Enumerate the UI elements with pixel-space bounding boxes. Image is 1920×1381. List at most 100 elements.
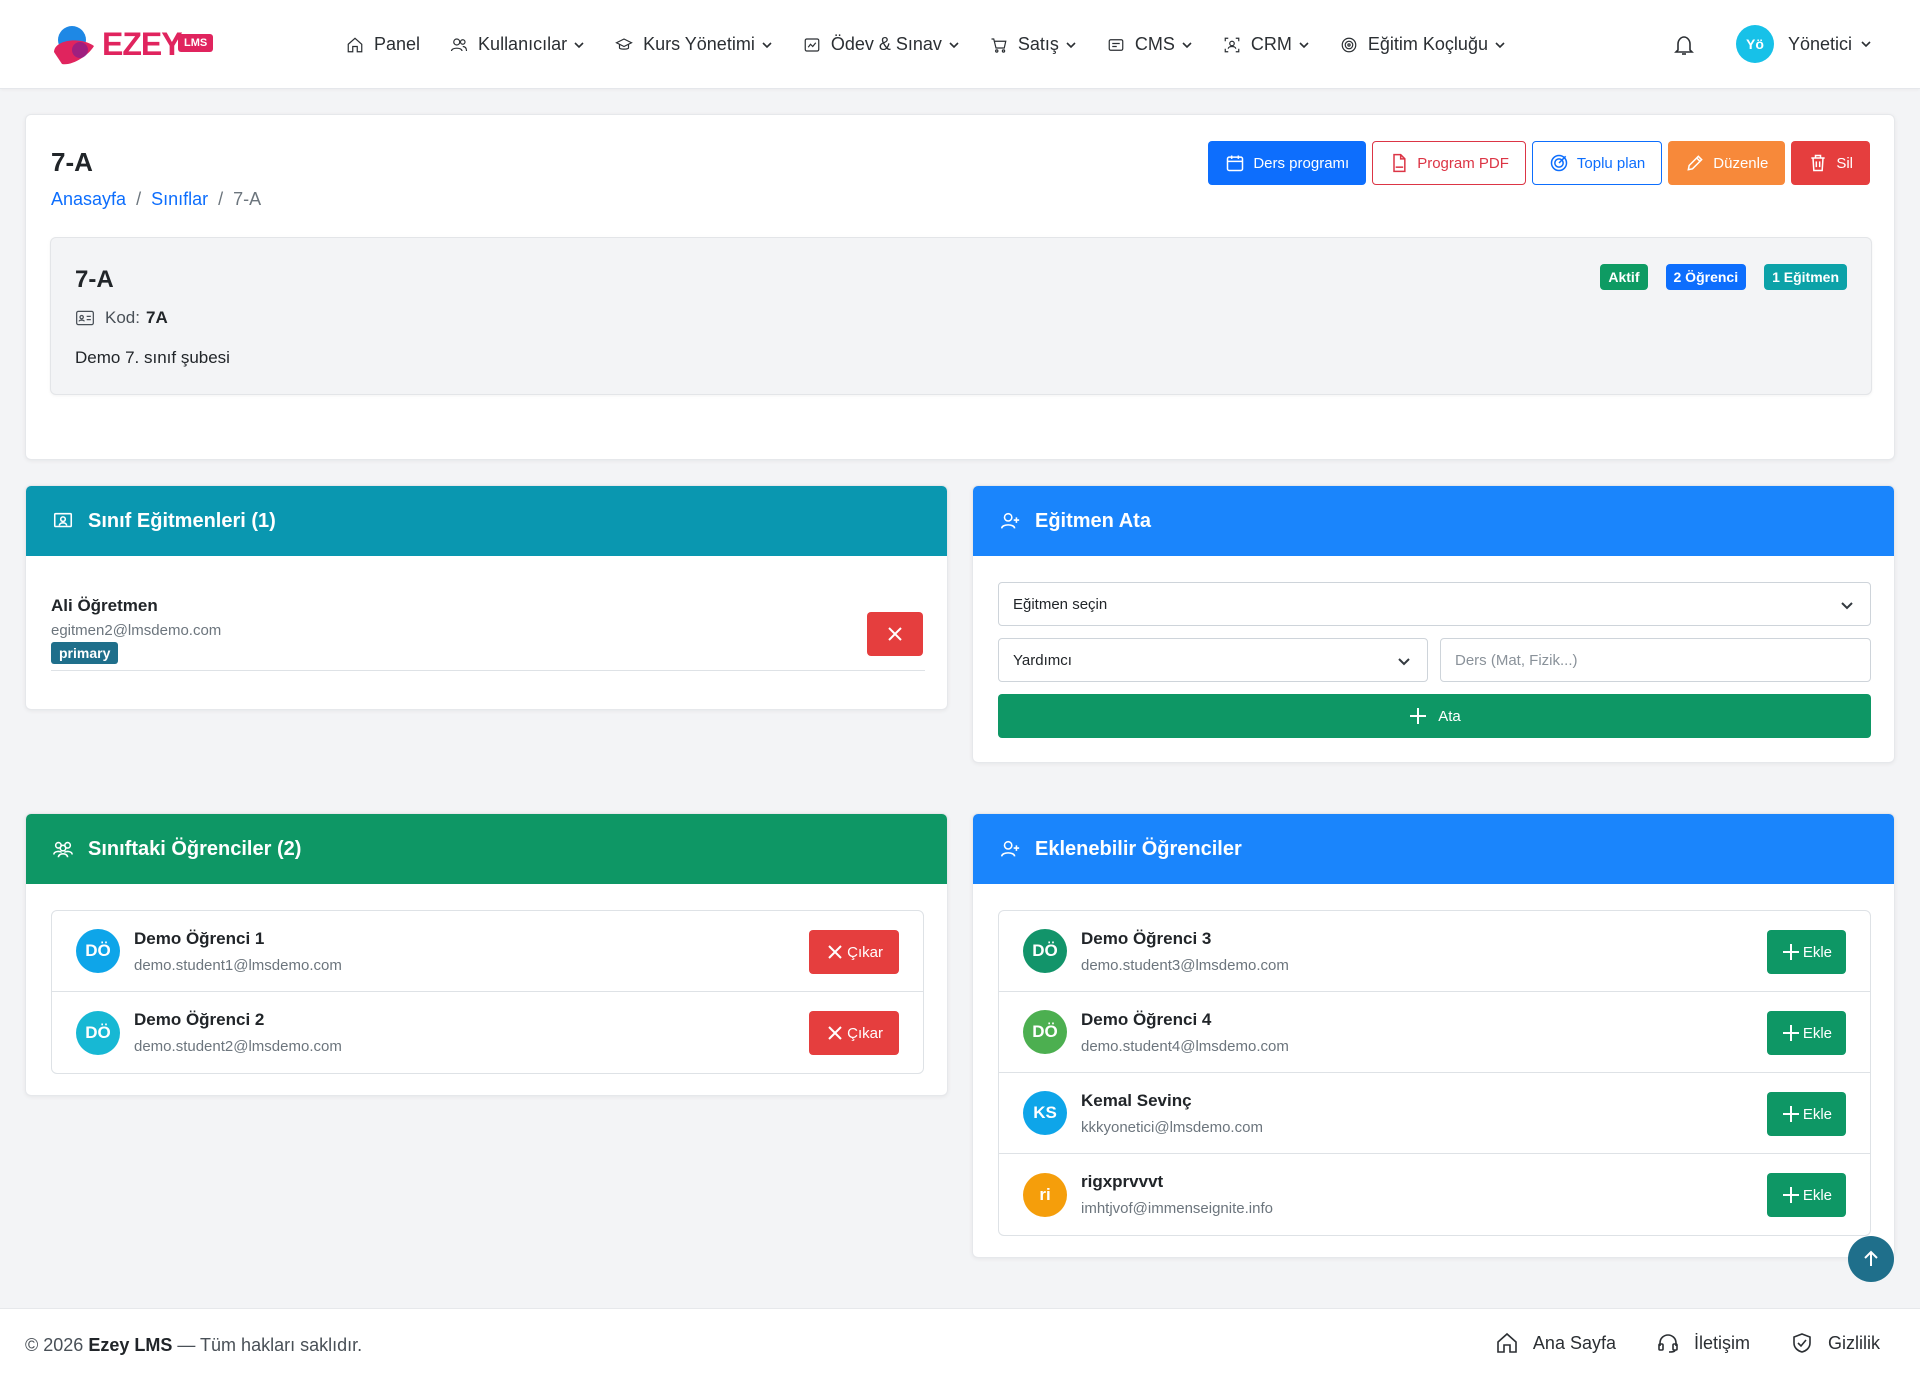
teacher-select[interactable]: Eğitmen seçin: [998, 582, 1871, 626]
list-item: ri rigxprvvvt imhtjvof@immenseignite.inf…: [999, 1154, 1870, 1235]
user-menu[interactable]: Yö Yönetici: [1736, 25, 1872, 63]
breadcrumb-separator: /: [218, 189, 224, 209]
brand-name: EZEY: [102, 26, 183, 62]
assign-teacher-title: Eğitmen Ata: [1035, 509, 1151, 532]
shield-icon: [1793, 1333, 1811, 1353]
nav-item-cms[interactable]: CMS: [1107, 34, 1193, 55]
page-actions: Ders programı Program PDF Toplu plan Düz…: [1202, 141, 1870, 185]
student-email: kkkyonetici@lmsdemo.com: [1081, 1118, 1263, 1136]
assign-button[interactable]: Ata: [998, 694, 1871, 738]
nav-item-sales[interactable]: Satış: [990, 34, 1077, 55]
role-select[interactable]: Yardımcı: [998, 638, 1428, 682]
chevron-down-icon: [762, 41, 772, 48]
program-pdf-button[interactable]: Program PDF: [1372, 141, 1526, 185]
chevron-down-icon: [1066, 41, 1076, 48]
nav-item-assignments[interactable]: Ödev & Sınav: [803, 34, 960, 55]
subject-input[interactable]: Ders (Mat, Fizik...): [1440, 638, 1871, 682]
calendar-icon: [1227, 155, 1244, 172]
close-icon: [828, 1026, 842, 1040]
brand-logo[interactable]: EZEY LMS: [50, 18, 230, 70]
bell-icon[interactable]: [1672, 33, 1696, 57]
nav-item-users[interactable]: Kullanıcılar: [450, 34, 585, 55]
add-student-button[interactable]: Ekle: [1766, 1092, 1846, 1136]
teacher-row: Ali Öğretmen egitmen2@lmsdemo.com primar…: [51, 596, 925, 671]
available-students-panel: Eklenebilir Öğrenciler DÖ Demo Öğrenci 3…: [972, 813, 1895, 1258]
add-student-label: Ekle: [1802, 1186, 1832, 1204]
trash-icon: [1811, 154, 1825, 172]
student-name: rigxprvvvt: [1081, 1172, 1164, 1191]
pencil-icon: [1687, 155, 1704, 171]
status-badge: Aktif: [1600, 264, 1648, 290]
nav-item-label: Kullanıcılar: [478, 34, 568, 54]
remove-teacher-button[interactable]: [867, 612, 923, 656]
nav-item-label: Ödev & Sınav: [830, 34, 942, 54]
avatar: Yö: [1736, 25, 1774, 63]
chevron-down-icon: [1495, 41, 1505, 48]
scroll-to-top-button[interactable]: [1848, 1236, 1894, 1282]
top-navbar: EZEY LMS Panel Kullanıcılar Kurs Yönetim…: [0, 0, 1920, 89]
available-students-list: DÖ Demo Öğrenci 3 demo.student3@lmsdemo.…: [998, 910, 1871, 1236]
assignment-icon: [804, 37, 820, 52]
chevron-down-icon: [1841, 602, 1853, 610]
student-email: demo.student2@lmsdemo.com: [134, 1038, 342, 1055]
avatar: KS: [1023, 1091, 1067, 1135]
chevron-down-icon: [1398, 658, 1410, 666]
student-email: demo.student1@lmsdemo.com: [134, 956, 342, 974]
teacher-select-value: Eğitmen seçin: [1013, 595, 1108, 613]
class-info-box: 7-A Kod: 7A Demo 7. sınıf şubesi Aktif 2…: [50, 237, 1872, 395]
footer-link-label: İletişim: [1693, 1332, 1750, 1353]
footer-link-home[interactable]: Ana Sayfa: [1495, 1331, 1616, 1355]
target-icon: [1341, 37, 1357, 52]
student-name: Kemal Sevinç: [1081, 1090, 1192, 1110]
avatar: DÖ: [76, 929, 120, 973]
nav-item-panel[interactable]: Panel: [346, 34, 420, 55]
breadcrumb-current: 7-A: [233, 189, 262, 209]
role-select-value: Yardımcı: [1013, 651, 1072, 669]
crm-icon: [1224, 37, 1240, 52]
avatar: DÖ: [76, 1010, 120, 1055]
class-code: Kod: 7A: [75, 308, 168, 328]
class-students-title: Sınıftaki Öğrenciler (2): [88, 837, 302, 860]
add-student-label: Ekle: [1802, 943, 1832, 961]
remove-student-button[interactable]: Çıkar: [809, 930, 899, 974]
bulk-plan-button-label: Toplu plan: [1576, 154, 1646, 172]
plus-icon: [1410, 708, 1427, 724]
breadcrumb-classes[interactable]: Sınıflar: [151, 189, 208, 210]
breadcrumb-home[interactable]: Anasayfa: [51, 189, 126, 210]
plus-icon: [1782, 1025, 1799, 1041]
delete-button[interactable]: Sil: [1791, 141, 1870, 185]
teacher-email: egitmen2@lmsdemo.com: [51, 622, 222, 639]
plus-icon: [1782, 1106, 1799, 1122]
nav-item-courses[interactable]: Kurs Yönetimi: [615, 34, 773, 55]
assign-teacher-panel: Eğitmen Ata Eğitmen seçin Yardımcı Ders …: [972, 485, 1895, 763]
avatar: ri: [1023, 1172, 1067, 1217]
add-student-button[interactable]: Ekle: [1766, 1173, 1846, 1217]
footer-links: Ana Sayfa İletişim Gizlilik: [1455, 1331, 1880, 1355]
class-teachers-header: Sınıf Eğitmenleri (1): [26, 486, 947, 556]
student-name: Demo Öğrenci 3: [1081, 928, 1212, 948]
add-student-button[interactable]: Ekle: [1766, 930, 1846, 974]
main-nav: Panel Kullanıcılar Kurs Yönetimi Ödev & …: [346, 0, 1536, 89]
users-icon: [450, 37, 468, 51]
schedule-button[interactable]: Ders programı: [1208, 141, 1367, 185]
student-email: demo.student3@lmsdemo.com: [1081, 956, 1289, 974]
presentation-icon: [53, 512, 73, 528]
brand-badge: LMS: [178, 34, 214, 52]
nav-item-label: Kurs Yönetimi: [643, 34, 755, 54]
footer-link-contact[interactable]: İletişim: [1656, 1331, 1750, 1355]
nav-item-coaching[interactable]: Eğitim Koçluğu: [1340, 34, 1506, 55]
edit-button[interactable]: Düzenle: [1668, 141, 1786, 185]
nav-item-label: Eğitim Koçluğu: [1367, 34, 1488, 54]
bulk-plan-button[interactable]: Toplu plan: [1531, 141, 1663, 185]
list-item: DÖ Demo Öğrenci 1 demo.student1@lmsdemo.…: [52, 911, 923, 992]
add-student-button[interactable]: Ekle: [1766, 1011, 1846, 1055]
class-teachers-panel: Sınıf Eğitmenleri (1) Ali Öğretmen egitm…: [25, 485, 948, 710]
class-name: 7-A: [75, 266, 114, 293]
student-email: demo.student4@lmsdemo.com: [1081, 1037, 1289, 1055]
footer-link-privacy[interactable]: Gizlilik: [1790, 1331, 1880, 1355]
remove-student-button[interactable]: Çıkar: [809, 1011, 899, 1055]
student-name: Demo Öğrenci 4: [1081, 1009, 1212, 1029]
nav-item-crm[interactable]: CRM: [1223, 34, 1310, 55]
avatar: DÖ: [1023, 1010, 1067, 1054]
close-icon: [828, 945, 842, 959]
